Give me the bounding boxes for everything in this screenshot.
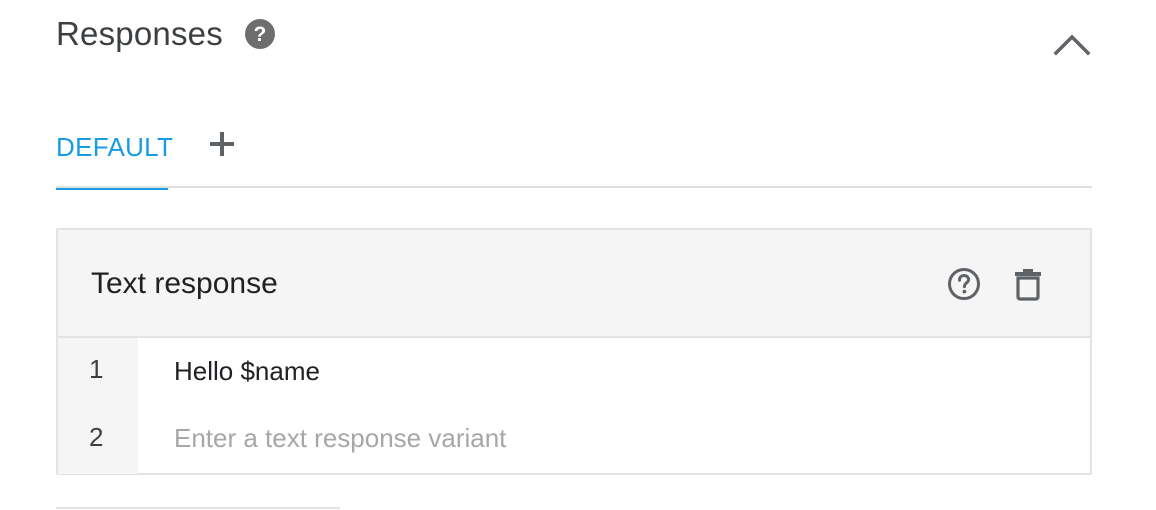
divider	[56, 507, 340, 509]
section-header: Responses ?	[56, 14, 275, 54]
delete-button[interactable]	[1010, 266, 1046, 302]
section-title: Responses	[56, 15, 223, 52]
response-variant-input[interactable]	[174, 418, 974, 458]
add-tab-button[interactable]	[206, 126, 238, 162]
text-response-card: Text response 1 Hello $name 2 Enter a te…	[56, 228, 1092, 475]
help-outline-icon	[948, 268, 980, 300]
card-help-button[interactable]	[946, 266, 982, 302]
card-title: Text response	[91, 267, 278, 300]
collapse-button[interactable]	[1050, 26, 1094, 62]
response-list: 1 Hello $name 2	[58, 338, 1090, 474]
tab-bar: DEFAULT	[56, 112, 1092, 190]
response-row: 2	[58, 406, 1090, 474]
card-header: Text response	[58, 230, 1090, 338]
chevron-up-icon	[1053, 34, 1091, 56]
help-circle-icon[interactable]: ?	[244, 19, 275, 49]
card-actions	[946, 266, 1046, 302]
plus-icon	[210, 132, 234, 156]
response-input-wrapper	[138, 406, 1090, 474]
response-text[interactable]: Hello $name	[138, 338, 1090, 406]
tab-default[interactable]: DEFAULT	[56, 132, 173, 190]
response-row: 1 Hello $name	[58, 338, 1090, 406]
responses-section: Responses ? DEFAULT Text response 1 Hell…	[0, 0, 1156, 510]
row-number: 2	[58, 406, 138, 474]
trash-icon	[1015, 269, 1041, 301]
row-number: 1	[58, 338, 138, 406]
